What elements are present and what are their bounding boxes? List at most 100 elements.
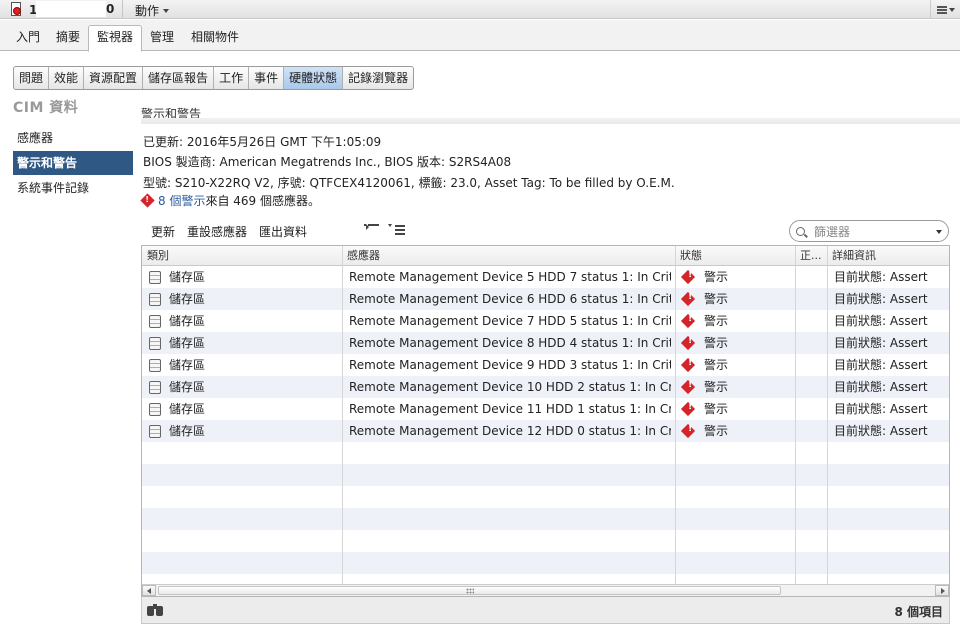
subtab-storage-reports[interactable]: 儲存區報告 bbox=[143, 67, 215, 89]
alert-icon bbox=[680, 357, 696, 373]
reset-sensors-button[interactable]: 重設感應器 bbox=[187, 223, 247, 240]
storage-icon bbox=[149, 359, 161, 372]
sidebar-item-sensors[interactable]: 感應器 bbox=[13, 126, 133, 150]
cell-category: 儲存區 bbox=[169, 270, 206, 284]
sidebar-item-alerts-warnings[interactable]: 警示和警告 bbox=[13, 151, 133, 175]
subtab-performance[interactable]: 效能 bbox=[49, 67, 85, 89]
bios-info-text: BIOS 製造商: American Megatrends Inc., BIOS… bbox=[143, 155, 512, 169]
cell-category: 儲存區 bbox=[169, 358, 206, 372]
scroll-right-arrow-icon[interactable] bbox=[935, 585, 949, 596]
subtab-resource-allocation[interactable]: 資源配置 bbox=[84, 67, 144, 89]
cell-sensor: Remote Management Device 5 HDD 7 status … bbox=[349, 270, 671, 284]
grip-icon bbox=[466, 588, 474, 594]
storage-icon bbox=[149, 293, 161, 306]
tab-manage[interactable]: 管理 bbox=[142, 26, 182, 51]
column-header-sensor[interactable]: 感應器 bbox=[342, 246, 380, 266]
cell-status: 警示 bbox=[704, 270, 729, 284]
cell-sensor: Remote Management Device 10 HDD 2 status… bbox=[349, 380, 671, 394]
subtab-events[interactable]: 事件 bbox=[249, 67, 285, 89]
tab-summary[interactable]: 摘要 bbox=[48, 26, 88, 51]
toolbar-divider bbox=[122, 0, 123, 19]
subtab-hardware-status[interactable]: 硬體狀態 bbox=[284, 67, 344, 89]
alert-icon bbox=[680, 313, 696, 329]
export-data-button[interactable]: 匯出資料 bbox=[259, 223, 307, 240]
sidebar-title: CIM 資料 bbox=[13, 100, 79, 116]
filter-input[interactable]: 篩選器 bbox=[789, 220, 949, 242]
storage-icon bbox=[149, 337, 161, 350]
main-tabs: 入門 摘要 監視器 管理 相關物件 bbox=[0, 20, 960, 52]
subtab-tasks[interactable]: 工作 bbox=[214, 67, 250, 89]
scroll-left-arrow-icon[interactable] bbox=[142, 585, 156, 596]
table-footer: 8 個項目 bbox=[141, 597, 950, 624]
cell-status: 警示 bbox=[704, 402, 729, 416]
column-header-category[interactable]: 類別 bbox=[142, 246, 169, 266]
cell-sensor: Remote Management Device 7 HDD 5 status … bbox=[349, 314, 671, 328]
monitor-subtabs: 問題 效能 資源配置 儲存區報告 工作 事件 硬體狀態 記錄瀏覽器 bbox=[13, 66, 415, 90]
column-divider bbox=[827, 246, 828, 584]
cell-status: 警示 bbox=[704, 424, 729, 438]
column-divider bbox=[795, 246, 796, 584]
actions-menu-label: 動作 bbox=[135, 4, 160, 18]
chevron-down-icon[interactable] bbox=[936, 230, 942, 234]
model-info-text: 型號: S210-X22RQ V2, 序號: QTFCEX4120061, 標籤… bbox=[143, 176, 675, 190]
cell-details: 目前狀態: Assert bbox=[834, 402, 928, 416]
alert-icon bbox=[680, 335, 696, 351]
alert-icon bbox=[680, 379, 696, 395]
menu-icon bbox=[936, 5, 947, 14]
host-name-suffix: 0 bbox=[106, 2, 115, 16]
cell-status: 警示 bbox=[704, 380, 729, 394]
alert-icon bbox=[680, 269, 696, 285]
cell-status: 警示 bbox=[704, 358, 729, 372]
tab-related-objects[interactable]: 相關物件 bbox=[183, 26, 247, 51]
column-header-details[interactable]: 詳細資訊 bbox=[827, 246, 876, 266]
host-object[interactable]: 1 bbox=[10, 1, 37, 18]
tab-getting-started[interactable]: 入門 bbox=[8, 26, 48, 51]
cell-category: 儲存區 bbox=[169, 380, 206, 394]
binoculars-icon[interactable] bbox=[147, 604, 164, 616]
column-header-status[interactable]: 狀態 bbox=[675, 246, 702, 266]
filter-placeholder: 篩選器 bbox=[814, 224, 851, 239]
cell-status: 警示 bbox=[704, 336, 729, 350]
tab-monitor[interactable]: 監視器 bbox=[88, 25, 143, 52]
scrollbar-thumb[interactable] bbox=[158, 586, 781, 595]
refresh-button[interactable]: 更新 bbox=[151, 223, 175, 240]
last-updated-text: 已更新: 2016年5月26日 GMT 下午1:05:09 bbox=[143, 135, 382, 149]
horizontal-scrollbar[interactable] bbox=[142, 584, 949, 596]
column-list-icon[interactable] bbox=[388, 223, 405, 237]
cell-details: 目前狀態: Assert bbox=[834, 314, 928, 328]
subtab-log-browser[interactable]: 記錄瀏覽器 bbox=[343, 67, 413, 89]
column-divider bbox=[675, 246, 676, 584]
alert-icon bbox=[680, 401, 696, 417]
cell-category: 儲存區 bbox=[169, 292, 206, 306]
cell-category: 儲存區 bbox=[169, 336, 206, 350]
collapse-all-icon[interactable] bbox=[364, 223, 380, 237]
section-divider bbox=[141, 118, 960, 124]
storage-icon bbox=[149, 271, 161, 284]
cell-details: 目前狀態: Assert bbox=[834, 270, 928, 284]
storage-icon bbox=[149, 315, 161, 328]
sidebar-item-system-event-log[interactable]: 系統事件記錄 bbox=[13, 176, 133, 200]
search-icon bbox=[796, 226, 805, 236]
view-options-menu[interactable] bbox=[930, 0, 960, 19]
cell-details: 目前狀態: Assert bbox=[834, 336, 928, 350]
host-alert-icon bbox=[10, 2, 23, 17]
actions-menu[interactable]: 動作 bbox=[135, 2, 170, 19]
subtab-issues[interactable]: 問題 bbox=[14, 67, 50, 89]
storage-icon bbox=[149, 381, 161, 394]
alert-summary-text: 來自 469 個感應器。 bbox=[205, 194, 320, 208]
host-name-redaction bbox=[36, 1, 106, 17]
cell-category: 儲存區 bbox=[169, 314, 206, 328]
alert-count-link[interactable]: 8 個警示 bbox=[158, 192, 205, 209]
cell-sensor: Remote Management Device 6 HDD 6 status … bbox=[349, 292, 671, 306]
cell-sensor: Remote Management Device 11 HDD 1 status… bbox=[349, 402, 671, 416]
chevron-down-icon bbox=[948, 7, 955, 12]
cell-details: 目前狀態: Assert bbox=[834, 424, 928, 438]
chevron-down-icon bbox=[163, 8, 170, 13]
storage-icon bbox=[149, 425, 161, 438]
alerts-table: 類別 感應器 狀態 正... 詳細資訊 儲存區 Remote Management… bbox=[141, 245, 950, 597]
cell-status: 警示 bbox=[704, 314, 729, 328]
alert-summary: ! 8 個警示 來自 469 個感應器。 bbox=[140, 192, 320, 209]
cell-details: 目前狀態: Assert bbox=[834, 292, 928, 306]
column-divider bbox=[342, 246, 343, 584]
column-header-normal[interactable]: 正... bbox=[795, 246, 822, 266]
